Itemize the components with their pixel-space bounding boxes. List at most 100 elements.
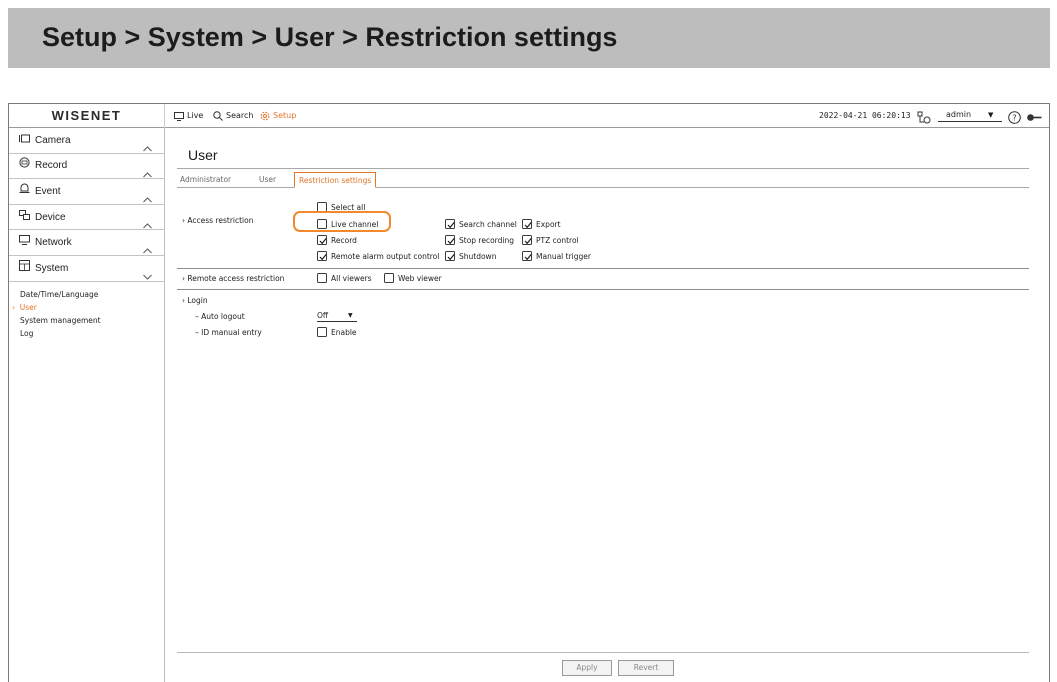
chevron-down-icon <box>143 265 152 290</box>
checkbox-label: PTZ control <box>536 235 579 245</box>
nav-search-label: Search <box>226 111 254 120</box>
divider <box>177 652 1029 653</box>
sidebar-item-system[interactable]: System <box>9 256 164 282</box>
nav-live[interactable]: Live <box>174 104 203 128</box>
sidebar-item-label: System <box>35 262 69 274</box>
id-manual-entry-checkbox[interactable]: Enable <box>317 327 357 337</box>
sidebar-subitem-log[interactable]: Log <box>9 327 164 340</box>
manual-trigger-checkbox[interactable]: Manual trigger <box>522 251 591 261</box>
remote-alarm-output-checkbox[interactable]: Remote alarm output control <box>317 251 439 261</box>
monitor-icon <box>19 230 30 255</box>
record-icon <box>19 153 30 178</box>
ptz-control-checkbox[interactable]: PTZ control <box>522 235 579 245</box>
id-manual-entry-label: – ID manual entry <box>195 328 262 337</box>
chevron-down-icon: ▼ <box>348 312 353 319</box>
sidebar-item-network[interactable]: Network <box>9 230 164 256</box>
checkbox-label: All viewers <box>331 273 372 283</box>
search-icon <box>213 111 223 121</box>
device-icon <box>19 205 30 230</box>
gear-icon <box>260 111 270 121</box>
app-window: WISENET Live Search Setup 2022-04-21 06:… <box>8 103 1050 682</box>
wisenet-logo: WISENET <box>9 104 165 128</box>
export-checkbox[interactable]: Export <box>522 219 561 229</box>
checkbox-box <box>445 251 455 261</box>
checkbox-box <box>522 219 532 229</box>
tab-user[interactable]: User <box>259 175 276 184</box>
login-text: Login <box>187 296 208 305</box>
record-checkbox[interactable]: Record <box>317 235 357 245</box>
search-channel-checkbox[interactable]: Search channel <box>445 219 517 229</box>
access-restriction-label: › Access restriction <box>182 216 254 225</box>
top-bar: WISENET Live Search Setup 2022-04-21 06:… <box>9 104 1049 128</box>
sidebar: Camera Record Event Device Network Syste… <box>9 128 165 682</box>
user-icon[interactable] <box>917 109 931 128</box>
system-icon <box>19 256 30 281</box>
checkbox-box <box>317 273 327 283</box>
login-label: › Login <box>182 296 208 305</box>
auto-logout-label: – Auto logout <box>195 312 245 321</box>
monitor-icon <box>174 111 184 121</box>
divider <box>177 289 1029 290</box>
sidebar-subitem-system-management[interactable]: System management <box>9 314 164 327</box>
nav-search[interactable]: Search <box>213 104 253 128</box>
help-icon[interactable]: ? <box>1008 109 1021 128</box>
checkbox-label: Stop recording <box>459 235 514 245</box>
web-viewer-checkbox[interactable]: Web viewer <box>384 273 442 283</box>
sidebar-item-label: Camera <box>35 134 71 146</box>
tab-administrator[interactable]: Administrator <box>180 175 231 184</box>
divider <box>177 168 1029 169</box>
user-select[interactable]: admin ▼ <box>938 109 1002 122</box>
auto-logout-value: Off <box>317 311 329 320</box>
apply-button[interactable]: Apply <box>562 660 612 676</box>
checkbox-box <box>317 235 327 245</box>
checkbox-label: Web viewer <box>398 273 442 283</box>
tab-restriction-settings[interactable]: Restriction settings <box>294 172 377 188</box>
chevron-right-icon: › <box>12 302 20 312</box>
sidebar-item-label: Network <box>35 237 72 249</box>
checkbox-label: Enable <box>331 327 357 337</box>
sidebar-subitem-label: User <box>19 302 37 312</box>
camera-icon <box>19 128 30 153</box>
checkbox-label: Record <box>331 235 357 245</box>
checkbox-label: Manual trigger <box>536 251 591 261</box>
banner-title: Setup > System > User > Restriction sett… <box>42 22 618 52</box>
checkbox-box <box>317 327 327 337</box>
sidebar-item-event[interactable]: Event <box>9 179 164 205</box>
checkbox-box <box>522 235 532 245</box>
user-name: admin <box>946 110 972 119</box>
shutdown-checkbox[interactable]: Shutdown <box>445 251 496 261</box>
checkbox-label: Shutdown <box>459 251 497 261</box>
logout-icon[interactable] <box>1026 109 1042 128</box>
datetime: 2022-04-21 06:20:13 <box>819 111 911 120</box>
remote-access-label: › Remote access restriction <box>182 274 285 283</box>
checkbox-box <box>384 273 394 283</box>
chevron-down-icon: ▼ <box>988 111 994 119</box>
sidebar-item-label: Record <box>35 160 68 172</box>
checkbox-label: Remote alarm output control <box>331 251 440 261</box>
nav-live-label: Live <box>187 111 204 120</box>
divider <box>177 268 1029 269</box>
sidebar-item-device[interactable]: Device <box>9 205 164 231</box>
checkbox-box <box>445 235 455 245</box>
stop-recording-checkbox[interactable]: Stop recording <box>445 235 514 245</box>
checkbox-box <box>445 219 455 229</box>
checkbox-box <box>522 251 532 261</box>
page-title: User <box>188 147 218 163</box>
checkbox-label: Search channel <box>459 219 517 229</box>
revert-button[interactable]: Revert <box>618 660 674 676</box>
checkbox-label: Export <box>536 219 561 229</box>
sidebar-item-label: Event <box>35 185 61 197</box>
auto-logout-select[interactable]: Off ▼ <box>317 310 357 322</box>
sidebar-item-camera[interactable]: Camera <box>9 128 164 154</box>
svg-text:?: ? <box>1012 114 1016 123</box>
sidebar-item-label: Device <box>35 211 66 223</box>
nav-setup[interactable]: Setup <box>260 104 296 128</box>
system-submenu: Date/Time/Language › User System managem… <box>9 282 164 340</box>
section-banner: Setup > System > User > Restriction sett… <box>8 8 1050 68</box>
all-viewers-checkbox[interactable]: All viewers <box>317 273 372 283</box>
remote-access-text: Remote access restriction <box>187 274 285 283</box>
sidebar-subitem-user[interactable]: › User <box>9 301 164 314</box>
tab-bar: Administrator User Restriction settings <box>177 172 1029 188</box>
sidebar-item-record[interactable]: Record <box>9 154 164 180</box>
sidebar-subitem-datetime[interactable]: Date/Time/Language <box>9 288 164 301</box>
